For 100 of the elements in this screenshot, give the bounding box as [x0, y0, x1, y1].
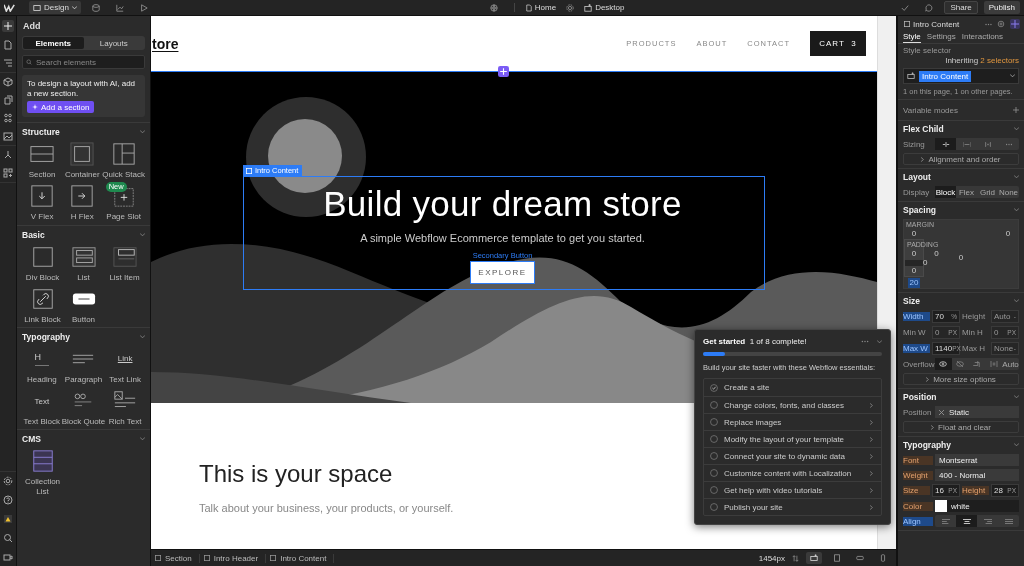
page-icon[interactable] — [3, 40, 13, 50]
checked-circle-icon[interactable] — [710, 383, 718, 392]
task-item[interactable]: Modify the layout of your template — [704, 430, 881, 447]
element-item[interactable]: List — [63, 243, 104, 282]
element-item[interactable]: Section — [22, 141, 63, 180]
share-button[interactable]: Share — [944, 1, 978, 14]
comment-icon[interactable] — [925, 3, 934, 12]
empty-circle-icon[interactable] — [710, 503, 718, 511]
chart-icon[interactable] — [115, 3, 124, 12]
task-item[interactable]: Publish your site — [704, 498, 881, 515]
element-item[interactable]: H Heading — [22, 345, 62, 385]
chevron-icon[interactable] — [1014, 299, 1019, 303]
task-item[interactable]: Get help with video tutorials — [704, 481, 881, 498]
chevron-icon[interactable] — [1014, 208, 1019, 212]
task-item[interactable]: Connect your site to dynamic data — [704, 447, 881, 464]
breakpoint-selector[interactable]: Desktop — [584, 3, 625, 12]
chevron-icon[interactable] — [1014, 127, 1019, 131]
panel-tab[interactable]: Style — [903, 30, 921, 43]
margin-value[interactable]: 0 — [1005, 229, 1011, 239]
color-swatch[interactable] — [935, 500, 947, 512]
chevron-icon[interactable] — [140, 437, 145, 442]
margin-value[interactable]: 0 — [958, 253, 964, 263]
stack-icon[interactable] — [3, 95, 13, 105]
apps-icon[interactable] — [3, 168, 13, 178]
element-item[interactable]: Container — [62, 141, 103, 180]
class-chip[interactable]: Intro Content — [919, 70, 972, 82]
task-item[interactable]: Replace images — [704, 413, 881, 430]
explore-button[interactable]: EXPLORE — [470, 261, 535, 284]
element-item[interactable]: Text Text Block — [22, 388, 62, 427]
padding-value[interactable]: 0 — [923, 257, 928, 268]
site-logo[interactable]: tore — [152, 35, 179, 52]
element-item[interactable]: Button — [63, 285, 104, 324]
padding-value[interactable]: 0 — [911, 249, 917, 259]
search-icon[interactable] — [3, 533, 13, 543]
publish-button[interactable]: Publish — [983, 1, 1020, 14]
cart-button[interactable]: CART 3 — [810, 31, 866, 56]
empty-circle-icon[interactable] — [710, 486, 718, 494]
align-center-button[interactable] — [956, 515, 977, 527]
caret-icon[interactable] — [1010, 74, 1015, 78]
page-selector[interactable]: Home — [525, 3, 557, 12]
empty-circle-icon[interactable] — [710, 418, 718, 426]
breadcrumb[interactable]: Section — [151, 553, 200, 563]
chevron-icon[interactable] — [1014, 175, 1019, 179]
variables-icon[interactable] — [3, 113, 13, 123]
breadcrumb[interactable]: Intro Header — [199, 553, 267, 563]
branch-icon[interactable] — [3, 150, 13, 160]
margin-value[interactable]: 0 — [911, 229, 917, 239]
design-mode-button[interactable]: Design — [29, 1, 81, 14]
alignment-button[interactable]: Alignment and order — [903, 153, 1019, 165]
chevron-icon[interactable] — [1014, 443, 1019, 447]
margin-value[interactable]: 20 — [907, 277, 921, 288]
component-icon[interactable] — [997, 20, 1005, 28]
selector-field[interactable]: Intro Content — [903, 68, 1019, 84]
add-section-button[interactable]: Add a section — [27, 101, 95, 114]
empty-circle-icon[interactable] — [710, 435, 718, 443]
chevron-icon[interactable] — [877, 339, 882, 344]
font-select[interactable]: Montserrat — [935, 454, 1019, 466]
database-icon[interactable] — [91, 3, 100, 12]
play-icon[interactable] — [139, 3, 148, 12]
color-field[interactable]: white — [935, 500, 1019, 512]
help-icon[interactable] — [3, 495, 13, 505]
padding-value[interactable]: 0 — [911, 266, 917, 276]
element-item[interactable]: Paragraph — [61, 345, 106, 385]
task-item[interactable]: Create a site — [704, 379, 881, 396]
check-icon[interactable] — [901, 3, 910, 12]
settings-icon[interactable] — [3, 476, 13, 486]
display-option[interactable]: Block — [935, 186, 956, 198]
more-icon[interactable] — [861, 340, 869, 343]
logo-icon[interactable] — [4, 3, 15, 12]
display-option[interactable]: Flex — [956, 186, 977, 198]
chevron-icon[interactable] — [140, 334, 145, 339]
desktop-icon[interactable] — [806, 552, 822, 564]
element-item[interactable]: Link Block — [22, 285, 63, 324]
chevron-icon[interactable] — [140, 232, 145, 237]
chevron-icon[interactable] — [140, 130, 145, 135]
video-icon[interactable] — [3, 552, 13, 562]
element-item[interactable]: V Flex — [22, 183, 63, 222]
element-item[interactable]: List Item — [104, 243, 145, 282]
display-option[interactable]: Grid — [977, 186, 998, 198]
visible-overflow-button[interactable] — [935, 358, 952, 370]
search-field[interactable]: Search elements — [22, 55, 145, 69]
padding-value[interactable]: 0 — [934, 249, 939, 259]
float-clear-button[interactable]: Float and clear — [903, 421, 1019, 433]
empty-circle-icon[interactable] — [710, 401, 718, 409]
gear-icon[interactable] — [566, 3, 575, 12]
panel-tab[interactable]: Settings — [926, 30, 956, 43]
element-item[interactable]: Quick Stack — [102, 141, 145, 180]
navigator-icon[interactable] — [3, 58, 13, 68]
warning-icon[interactable] — [3, 514, 13, 524]
breadcrumb[interactable]: Intro Content — [266, 553, 335, 563]
resize-icon[interactable] — [792, 554, 799, 562]
chevron-icon[interactable] — [1014, 395, 1019, 399]
display-option[interactable]: None — [998, 186, 1019, 198]
element-item[interactable]: Div Block — [22, 243, 63, 282]
globe-icon[interactable] — [489, 3, 498, 12]
position-select[interactable]: Static — [935, 406, 1019, 418]
task-item[interactable]: Customize content with Localization — [704, 464, 881, 481]
element-item[interactable]: Block Quote — [61, 388, 106, 427]
panel-tab[interactable]: Elements — [23, 37, 84, 49]
target-icon[interactable] — [1010, 19, 1020, 29]
